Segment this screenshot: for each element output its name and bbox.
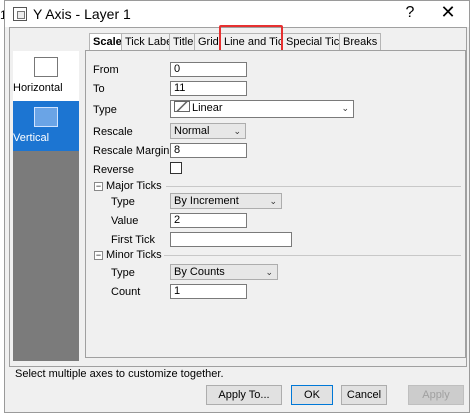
first-tick-input[interactable] [170,232,292,247]
major-type-select[interactable]: By Increment ⌄ [170,193,282,209]
to-input[interactable]: 11 [170,81,247,96]
axis-type-select[interactable]: Linear ⌄ [170,100,354,118]
rescale-label: Rescale [93,126,133,138]
sidebar-item-horizontal[interactable]: Horizontal [13,51,79,101]
to-label: To [93,83,105,95]
reverse-label: Reverse [93,164,134,176]
collapse-icon[interactable]: − [94,251,103,260]
help-button[interactable]: ? [400,4,420,22]
sidebar-item-label: Horizontal [13,82,63,94]
ok-button[interactable]: OK [291,385,333,405]
major-value-label: Value [111,215,139,227]
from-label: From [93,64,119,76]
major-ticks-label: Major Ticks [106,180,162,192]
rescale-value: Normal [174,125,210,137]
type-label: Type [93,104,117,116]
axis-sidebar: Horizontal Vertical [13,51,79,361]
apply-button[interactable]: Apply [408,385,464,405]
minor-type-label: Type [111,267,135,279]
axis-dialog: Y Axis - Layer 1 ? ✕ Horizontal Vertical… [4,0,470,413]
linear-scale-icon [174,101,190,112]
chevron-down-icon: ⌄ [269,196,277,206]
app-icon [13,7,27,21]
sidebar-item-vertical[interactable]: Vertical [13,101,79,151]
minor-type-value: By Counts [174,266,225,278]
count-label: Count [111,286,141,298]
chevron-down-icon: ⌄ [233,126,241,136]
horizontal-axis-icon [34,57,58,77]
apply-to-button[interactable]: Apply To... [206,385,282,405]
window-title: Y Axis - Layer 1 [33,6,131,22]
chevron-down-icon: ⌄ [265,267,273,277]
rescale-select[interactable]: Normal ⌄ [170,123,246,139]
from-input[interactable]: 0 [170,62,247,77]
count-input[interactable]: 1 [170,284,247,299]
hint-text: Select multiple axes to customize togeth… [15,368,224,380]
minor-type-select[interactable]: By Counts ⌄ [170,264,278,280]
reverse-checkbox[interactable] [170,162,182,174]
sidebar-item-label: Vertical [13,132,50,144]
close-button[interactable]: ✕ [438,2,458,23]
group-divider [164,255,461,256]
chevron-down-icon: ⌄ [341,103,349,113]
major-type-label: Type [111,196,135,208]
cancel-button[interactable]: Cancel [341,385,387,405]
scale-panel: From 0 To 11 Type Linear ⌄ Rescale Norma… [85,50,466,358]
vertical-axis-icon [34,107,58,127]
axis-type-value: Linear [192,102,223,114]
title-bar: Y Axis - Layer 1 ? ✕ [5,1,469,27]
first-tick-label: First Tick [111,234,155,246]
collapse-icon[interactable]: − [94,182,103,191]
group-divider [166,186,461,187]
major-value-input[interactable]: 2 [170,213,247,228]
minor-ticks-label: Minor Ticks [106,249,162,261]
major-type-value: By Increment [174,195,239,207]
rescale-margin-input[interactable]: 8 [170,143,247,158]
